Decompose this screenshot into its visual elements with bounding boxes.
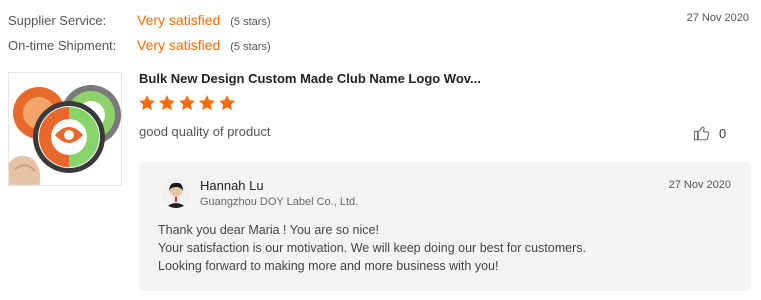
star-icon (159, 95, 175, 111)
rating-row-ontime-shipment: On-time Shipment: Very satisfied (5 star… (8, 37, 271, 53)
reply-message: Thank you dear Maria ! You are so nice! … (158, 221, 586, 275)
product-image (9, 73, 121, 185)
reply-date: 27 Nov 2020 (668, 179, 731, 191)
seller-reply: Hannah Lu Guangzhou DOY Label Co., Ltd. … (139, 162, 751, 291)
reply-company: Guangzhou DOY Label Co., Ltd. (200, 196, 359, 208)
rating-stars-note: (5 stars) (230, 41, 271, 53)
star-icon (139, 95, 155, 111)
reply-author-name: Hannah Lu (200, 178, 264, 193)
review-star-rating (138, 94, 236, 112)
rating-label: On-time Shipment: (8, 38, 117, 53)
star-icon (219, 95, 235, 111)
like-button[interactable]: 0 (693, 124, 726, 142)
reply-line: Thank you dear Maria ! You are so nice! (158, 223, 379, 237)
rating-row-supplier-service: Supplier Service: Very satisfied (5 star… (8, 12, 271, 28)
like-count: 0 (719, 125, 727, 141)
star-icon (179, 95, 195, 111)
avatar-image (161, 178, 191, 208)
reply-line: Looking forward to making more and more … (158, 259, 499, 273)
review-text: good quality of product (139, 124, 271, 139)
rating-label: Supplier Service: (8, 13, 107, 28)
thumbs-up-icon (693, 126, 710, 141)
product-thumbnail[interactable] (8, 72, 122, 186)
product-title-link[interactable]: Bulk New Design Custom Made Club Name Lo… (139, 71, 569, 86)
rating-value: Very satisfied (137, 12, 221, 28)
review-date: 27 Nov 2020 (686, 12, 749, 24)
avatar (161, 178, 191, 208)
rating-value: Very satisfied (137, 37, 221, 53)
reply-line: Your satisfaction is our motivation. We … (158, 241, 586, 255)
star-icon (199, 95, 215, 111)
rating-stars-note: (5 stars) (230, 16, 271, 28)
